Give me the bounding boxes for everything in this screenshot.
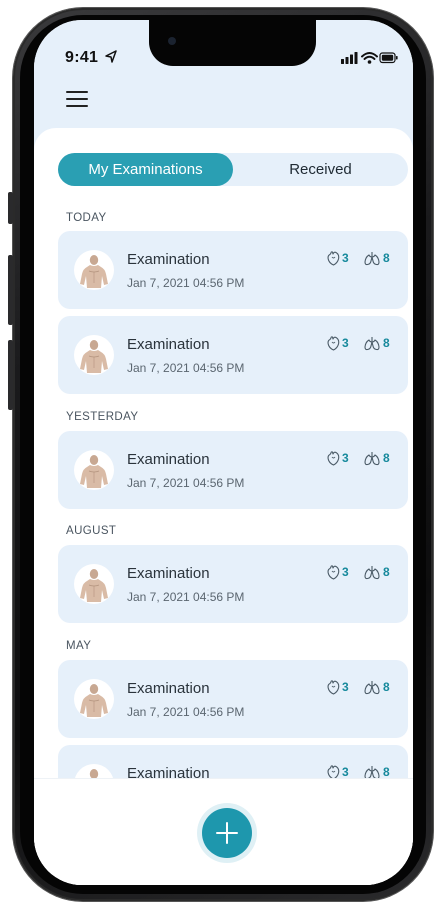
examination-title: Examination [127, 451, 210, 468]
status-indicators [341, 52, 398, 64]
section-label: YESTERDAY [66, 411, 139, 423]
examination-title: Examination [127, 565, 210, 582]
lung-count: 8 [383, 765, 390, 779]
examination-title: Examination [127, 251, 210, 268]
examination-card[interactable]: Examination Jan 7, 2021 04:56 PM 3 8 [58, 545, 408, 623]
heart-count: 3 [342, 251, 349, 265]
bottom-bar [34, 778, 413, 885]
examination-date: Jan 7, 2021 04:56 PM [127, 276, 245, 290]
patient-body-icon [80, 255, 108, 288]
volume-up-button [8, 255, 13, 325]
mute-switch [8, 192, 13, 224]
hamburger-menu-icon[interactable] [66, 91, 88, 107]
cellular-signal-icon [341, 52, 358, 64]
examination-title: Examination [127, 680, 210, 697]
section-label: MAY [66, 640, 92, 652]
phone-screen: 9:41 My Examinations Received TODAY Exam… [34, 20, 413, 885]
examination-date: Jan 7, 2021 04:56 PM [127, 361, 245, 375]
volume-down-button [8, 340, 13, 410]
patient-avatar [74, 679, 114, 719]
patient-avatar [74, 250, 114, 290]
section-label: TODAY [66, 212, 107, 224]
location-arrow-icon [105, 50, 117, 63]
patient-body-icon [80, 569, 108, 602]
status-time: 9:41 [65, 49, 99, 66]
examination-card[interactable]: Examination Jan 7, 2021 04:56 PM 3 8 [58, 316, 408, 394]
heart-count: 3 [342, 765, 349, 779]
add-examination-button[interactable] [202, 808, 252, 858]
lung-count: 8 [383, 336, 390, 350]
heart-count: 3 [342, 680, 349, 694]
lung-count: 8 [383, 680, 390, 694]
lung-count: 8 [383, 451, 390, 465]
front-camera [168, 37, 176, 45]
examination-card[interactable]: Examination Jan 7, 2021 04:56 PM 3 8 [58, 431, 408, 509]
patient-body-icon [80, 684, 108, 717]
examination-title: Examination [127, 336, 210, 353]
patient-body-icon [80, 455, 108, 488]
lung-count: 8 [383, 251, 390, 265]
segmented-control: My Examinations Received [58, 153, 408, 186]
examination-date: Jan 7, 2021 04:56 PM [127, 476, 245, 490]
patient-avatar [74, 564, 114, 604]
examination-card[interactable]: Examination Jan 7, 2021 04:56 PM 3 8 [58, 231, 408, 309]
heart-count: 3 [342, 451, 349, 465]
patient-avatar [74, 335, 114, 375]
lung-count: 8 [383, 565, 390, 579]
tab-received[interactable]: Received [233, 153, 408, 186]
wifi-icon [361, 52, 378, 64]
app-stage: 9:41 My Examinations Received TODAY Exam… [0, 0, 446, 905]
plus-icon-horizontal [216, 832, 238, 834]
tab-my-examinations[interactable]: My Examinations [58, 153, 233, 186]
examination-date: Jan 7, 2021 04:56 PM [127, 590, 245, 604]
battery-icon [379, 52, 398, 64]
examination-date: Jan 7, 2021 04:56 PM [127, 705, 245, 719]
examination-card[interactable]: Examination Jan 7, 2021 04:56 PM 3 8 [58, 660, 408, 738]
patient-avatar [74, 450, 114, 490]
section-label: AUGUST [66, 525, 117, 537]
heart-count: 3 [342, 565, 349, 579]
heart-count: 3 [342, 336, 349, 350]
patient-body-icon [80, 340, 108, 373]
